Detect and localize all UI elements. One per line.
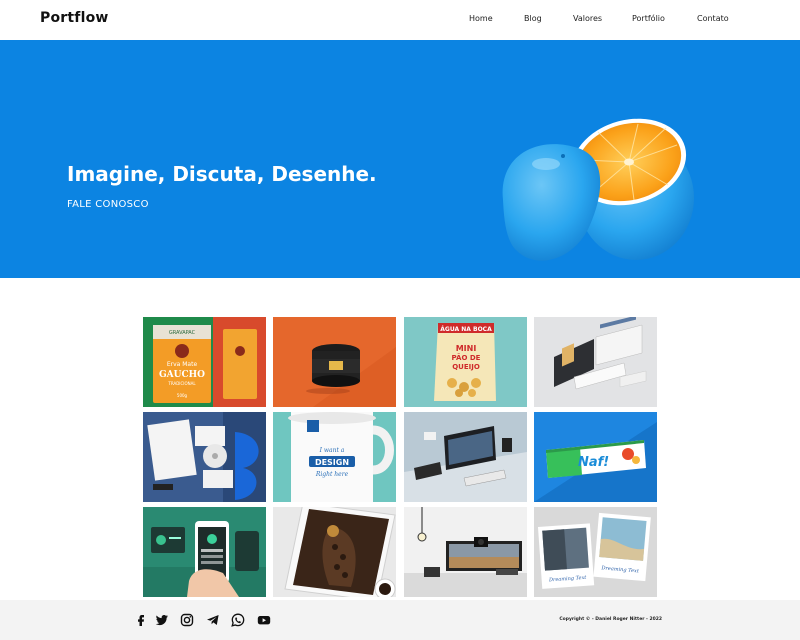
svg-text:ÁGUA NA BOCA: ÁGUA NA BOCA (440, 326, 492, 333)
portfolio-item-jar[interactable] (273, 317, 396, 407)
nav-link-valores[interactable]: Valores (573, 14, 602, 23)
svg-text:QUEIJO: QUEIJO (452, 363, 480, 371)
portfolio-item-website-mockup[interactable] (534, 317, 657, 407)
twitter-icon[interactable] (155, 613, 169, 627)
hero-title: Imagine, Discuta, Desenhe. (67, 162, 377, 186)
whatsapp-icon[interactable] (231, 613, 245, 627)
nav-link-blog[interactable]: Blog (524, 14, 542, 23)
portfolio-item-stationery[interactable] (143, 412, 266, 502)
portfolio-item-tablet-coffee[interactable] (273, 507, 396, 597)
svg-text:Right here: Right here (315, 471, 349, 478)
copyright-text: Copyright © - Daniel Roger Nitter - 2022 (559, 617, 662, 622)
facebook-icon[interactable] (134, 613, 148, 627)
svg-text:Naf!: Naf! (578, 455, 609, 470)
portfolio-item-photo-studio[interactable] (404, 507, 527, 597)
nav-link-contato[interactable]: Contato (697, 14, 729, 23)
portfolio-item-erva-mate[interactable]: GRAVAPAC Erva Mate GAUCHO TRADICIONAL 50… (143, 317, 266, 407)
svg-text:MINI: MINI (456, 344, 477, 353)
tile-brand-text: GRAVAPAC (169, 330, 196, 336)
svg-text:DESIGN: DESIGN (315, 458, 349, 467)
telegram-icon[interactable] (206, 613, 220, 627)
portfolio-item-mobile-app[interactable] (143, 507, 266, 597)
svg-text:TRADICIONAL: TRADICIONAL (167, 381, 196, 386)
svg-text:500g: 500g (177, 393, 188, 398)
nav-link-home[interactable]: Home (469, 14, 493, 23)
hero-banner: Imagine, Discuta, Desenhe. FALE CONOSCO (0, 40, 800, 278)
instagram-icon[interactable] (180, 613, 194, 627)
youtube-icon[interactable] (257, 613, 271, 627)
site-footer: Copyright © - Daniel Roger Nitter - 2022 (0, 600, 800, 640)
svg-text:I want a: I want a (319, 447, 345, 454)
portfolio-item-snack-bag[interactable]: ÁGUA NA BOCA MINI PÃO DE QUEIJO (404, 317, 527, 407)
blue-orange-image (502, 118, 694, 261)
contact-cta-link[interactable]: FALE CONOSCO (67, 199, 149, 210)
svg-text:PÃO DE: PÃO DE (452, 353, 481, 362)
svg-text:Erva Mate: Erva Mate (167, 361, 198, 368)
site-header: Portflow Home Blog Valores Portfólio Con… (0, 0, 800, 40)
portfolio-item-mug[interactable]: I want a DESIGN Right here (273, 412, 396, 502)
nav-link-portfolio[interactable]: Portfólio (632, 14, 665, 23)
portfolio-item-candy-bar[interactable]: Naf! (534, 412, 657, 502)
main-nav: Home Blog Valores Portfólio Contato (0, 14, 800, 28)
svg-text:GAUCHO: GAUCHO (159, 370, 205, 380)
portfolio-item-polaroids[interactable]: Dreaming Text Dreaming Text (534, 507, 657, 597)
portfolio-item-workspace[interactable] (404, 412, 527, 502)
